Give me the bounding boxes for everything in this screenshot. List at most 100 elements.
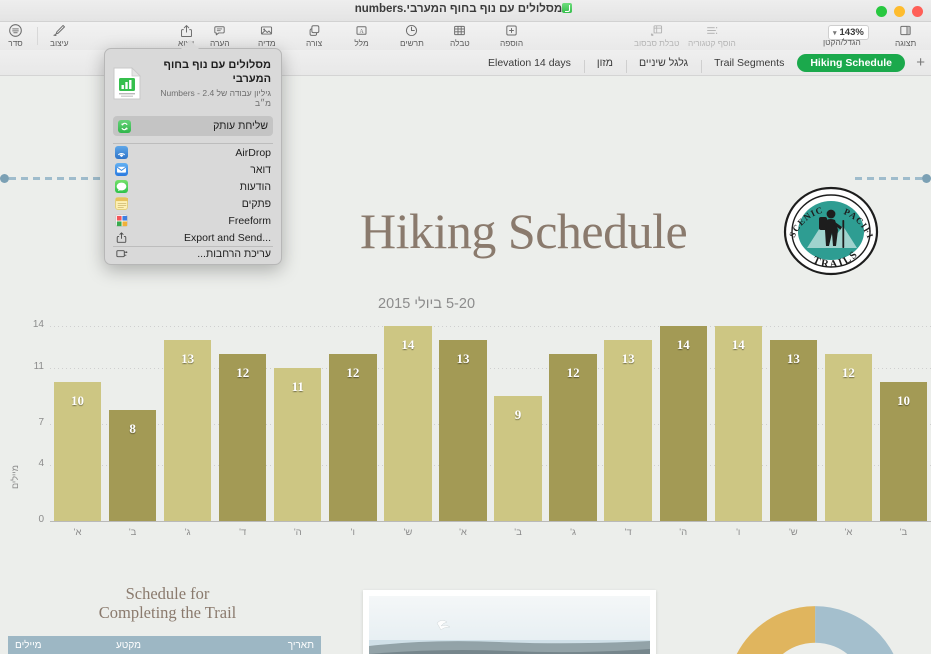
chart-bar[interactable] <box>769 339 817 521</box>
column-header-miles: מיילים <box>15 640 42 651</box>
toolbar-chart-button[interactable]: תרשים <box>400 22 424 48</box>
toolbar-divider-1 <box>37 27 38 45</box>
schedule-heading: Schedule for Completing the Trail <box>10 584 325 622</box>
share-item-edit-extensions-label: עריכת הרחבות... <box>197 247 271 260</box>
share-item-export-and-send[interactable]: Export and Send... <box>105 229 281 246</box>
share-item-airdrop-label: AirDrop <box>235 146 271 159</box>
toolbar-insert-button[interactable]: הוספה <box>500 22 523 48</box>
photo-image <box>369 596 650 654</box>
share-doc-meta: מסלולים עם נוף בחוף המערבי גיליון עבודה … <box>149 58 271 108</box>
sheet-tab-gear[interactable]: גלגל שיניים <box>625 54 701 73</box>
chart-bar-value-label: 10 <box>71 392 85 408</box>
chart-x-tick-label: א' <box>73 527 82 538</box>
selection-guide-right <box>855 174 931 183</box>
chart-bar[interactable] <box>714 326 762 521</box>
chart-bar-value-label: 11 <box>291 378 304 394</box>
shape-icon <box>307 22 322 39</box>
share-doc-subtitle: גיליון עבודה של Numbers - 2.4 מ״ב <box>160 88 271 108</box>
chart-bar[interactable] <box>604 339 652 521</box>
sheet-tabs: Hiking Schedule Trail Segments גלגל שיני… <box>475 50 905 76</box>
chevron-down-icon: ▾ <box>833 29 837 37</box>
schedule-table-header: תאריך מקטע מיילים <box>8 636 321 654</box>
share-popover-header: מסלולים עם נוף בחוף המערבי גיליון עבודה … <box>105 49 281 115</box>
toolbar-text-button[interactable]: A מלל <box>354 22 369 48</box>
comment-icon <box>212 22 227 39</box>
zoom-control-label: הגדל/הקטן <box>823 37 861 47</box>
chart-x-tick-label: ה' <box>293 527 302 538</box>
toolbar-pivot-table-label: טבלת סבסוב <box>634 38 680 48</box>
chart-x-tick-label: ו' <box>736 527 741 538</box>
text-box-icon: A <box>354 22 369 39</box>
coastal-hikers-photo[interactable] <box>363 590 656 654</box>
toolbar-pivot-table-button[interactable]: טבלת סבסוב <box>634 22 679 48</box>
toolbar-media-button[interactable]: מדיה <box>258 22 276 48</box>
share-item-notes-label: פתקים <box>241 197 271 210</box>
close-window-button[interactable] <box>912 6 923 17</box>
sheet-tab-elevation[interactable]: Elevation 14 days <box>475 54 584 72</box>
chart-x-tick-label: ג' <box>570 527 576 538</box>
share-item-airdrop[interactable]: AirDrop <box>105 144 281 161</box>
chart-x-tick-label: א' <box>844 527 853 538</box>
chart-bar-value-label: 13 <box>621 350 635 366</box>
add-category-icon <box>704 22 719 39</box>
column-header-date: תאריך <box>287 640 314 651</box>
format-paintbrush-icon <box>52 22 67 39</box>
chart-y-tick-4: 4 <box>38 458 44 470</box>
pivot-table-icon <box>649 22 664 39</box>
chart-bar-value-label: 14 <box>731 337 745 352</box>
sheet-tab-hiking-schedule[interactable]: Hiking Schedule <box>797 54 905 72</box>
chart-bar[interactable] <box>384 326 432 521</box>
sheet-tab-trail-segments[interactable]: Trail Segments <box>701 54 797 73</box>
toolbar-shape-button[interactable]: צורה <box>306 22 322 48</box>
numbers-window: מסלולים עם נוף בחוף המערבי.numbers סדר ע… <box>0 0 931 654</box>
toolbar-add-category-button[interactable]: הוסף קטגוריה <box>688 22 736 48</box>
selection-handle-right[interactable] <box>922 174 931 183</box>
chart-x-tick-label: ה' <box>679 527 688 538</box>
toolbar-table-button[interactable]: טבלה <box>450 22 470 48</box>
table-icon <box>452 22 467 39</box>
percentage-of-trail-donut-chart[interactable]: Percentage of Trail <box>700 603 931 654</box>
chart-bar-value-label: 12 <box>566 364 580 380</box>
share-item-freeform-label: Freeform <box>228 214 271 227</box>
chart-bar[interactable] <box>439 339 487 521</box>
share-send-copy-button[interactable]: שליחת עותק <box>113 116 273 136</box>
toolbar-text-label: מלל <box>354 38 369 48</box>
chart-bar-value-label: 10 <box>896 392 910 408</box>
airdrop-icon <box>115 146 128 159</box>
notes-icon <box>115 197 128 210</box>
chart-gridline <box>50 326 931 327</box>
add-sheet-button[interactable]: + <box>916 55 925 70</box>
schedule-table[interactable]: תאריך מקטע מיילים 5-20 ביולי 2015 Califo… <box>8 636 321 654</box>
toolbar-shape-label: צורה <box>306 38 323 48</box>
traffic-lights <box>876 6 923 17</box>
share-item-messages[interactable]: הודעות <box>105 178 281 195</box>
share-popover[interactable]: מסלולים עם נוף בחוף המערבי גיליון עבודה … <box>104 48 282 265</box>
share-item-notes[interactable]: פתקים <box>105 195 281 212</box>
share-item-freeform[interactable]: Freeform <box>105 212 281 229</box>
toolbar-arrange-button[interactable]: סדר <box>8 22 23 48</box>
hiking-bar-chart[interactable]: מיילים 0 4 7 11 14 10 א' 8 ב' 13 ג' 12 ד' 11 ה' 12 ו' 14 ש… <box>0 246 931 538</box>
share-item-mail-label: דואר <box>250 163 271 176</box>
toolbar-view-button[interactable]: תצוגה <box>895 22 916 48</box>
window-title-text: מסלולים עם נוף בחוף המערבי.numbers <box>354 3 563 15</box>
chart-x-tick-label: ד' <box>624 527 632 538</box>
toolbar-table-label: טבלה <box>450 38 470 48</box>
sheet-tab-food[interactable]: מזון <box>583 54 626 73</box>
view-sidebar-icon <box>898 22 913 39</box>
chart-bar-value-label: 13 <box>786 350 800 366</box>
main-toolbar: סדר עיצוב ייצוא הוספה טבלה תרשים A מלל צ… <box>0 22 931 50</box>
zoom-window-button[interactable] <box>876 6 887 17</box>
share-item-edit-extensions[interactable]: עריכת הרחבות... <box>105 247 281 264</box>
sync-copy-icon <box>118 119 131 133</box>
minimize-window-button[interactable] <box>894 6 905 17</box>
numbers-document-badge-icon <box>562 3 573 13</box>
toolbar-format-button[interactable]: עיצוב <box>50 22 69 48</box>
toolbar-comment-button[interactable]: הערה <box>210 22 230 48</box>
chart-bar[interactable] <box>659 326 707 521</box>
selection-handle-left[interactable] <box>0 174 9 183</box>
share-item-mail[interactable]: דואר <box>105 161 281 178</box>
chart-y-tick-0: 0 <box>38 514 44 525</box>
chart-bar[interactable] <box>163 339 212 521</box>
toolbar-media-label: מדיה <box>258 38 276 48</box>
chart-bar-value-label: 13 <box>456 350 470 366</box>
